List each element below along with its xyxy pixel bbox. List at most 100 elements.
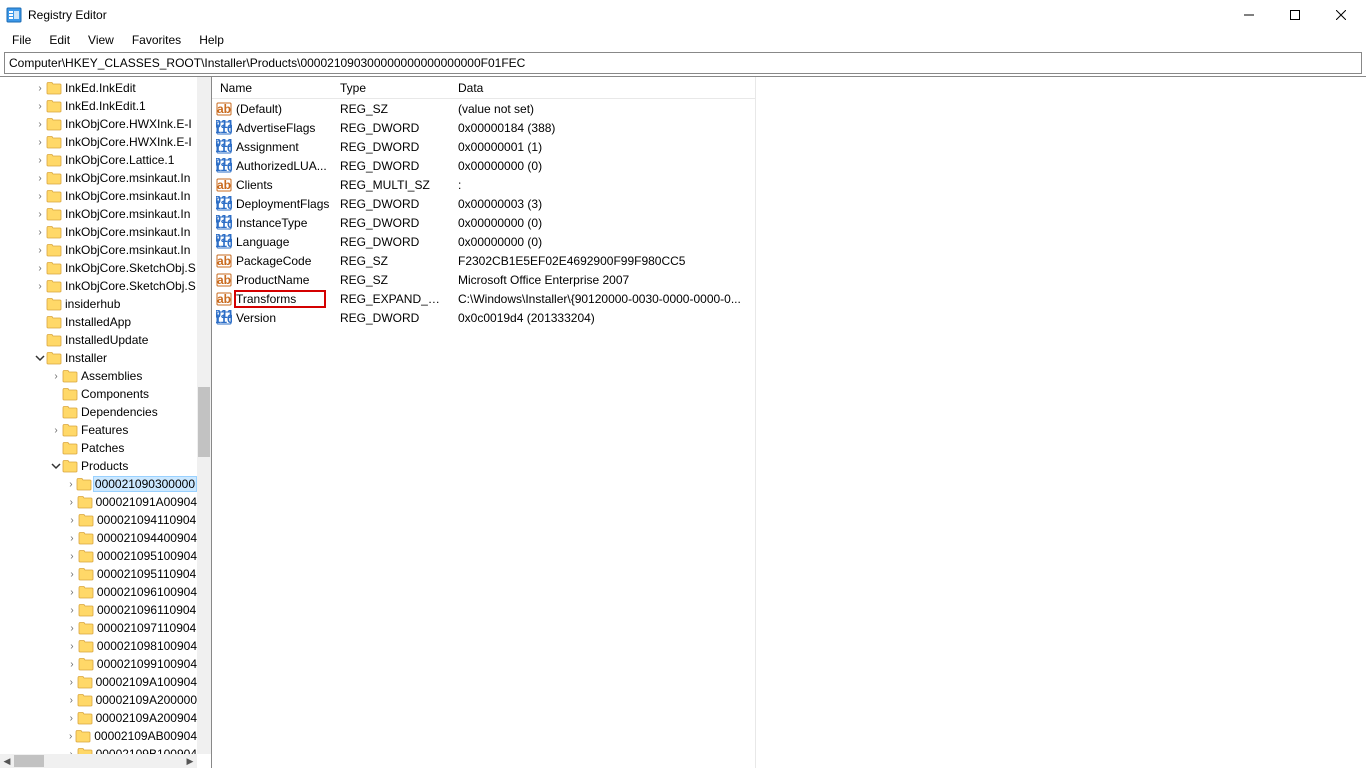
list-row[interactable]: DeploymentFlagsREG_DWORD0x00000003 (3)	[212, 194, 755, 213]
menu-file[interactable]: File	[4, 31, 39, 49]
tree-item[interactable]: insiderhub	[0, 295, 197, 313]
expand-icon[interactable]: ›	[34, 100, 46, 112]
tree-item[interactable]: ›000021091A00904	[0, 493, 197, 511]
expand-icon[interactable]: ›	[34, 262, 46, 274]
tree-item[interactable]: ›Features	[0, 421, 197, 439]
expand-icon[interactable]: ›	[66, 730, 75, 742]
list-row[interactable]: ProductNameREG_SZMicrosoft Office Enterp…	[212, 270, 755, 289]
tree-item[interactable]: ›00002109A200904	[0, 709, 197, 727]
tree-item[interactable]: InstalledUpdate	[0, 331, 197, 349]
column-name[interactable]: Name	[212, 77, 332, 98]
expand-icon[interactable]: ›	[34, 208, 46, 220]
tree-item[interactable]: ›InkObjCore.HWXInk.E-I	[0, 115, 197, 133]
expand-icon[interactable]: ›	[66, 568, 78, 580]
expand-icon[interactable]: ›	[34, 172, 46, 184]
maximize-button[interactable]	[1272, 0, 1318, 30]
tree-scrollbar-vertical[interactable]	[197, 77, 211, 754]
list-row[interactable]: TransformsREG_EXPAND_SZC:\Windows\Instal…	[212, 289, 755, 308]
tree-item[interactable]: ›000021090300000	[0, 475, 197, 493]
titlebar[interactable]: Registry Editor	[0, 0, 1366, 30]
expand-icon[interactable]: ›	[66, 604, 78, 616]
tree-item[interactable]: InstalledApp	[0, 313, 197, 331]
tree-item[interactable]: ›000021095100904	[0, 547, 197, 565]
collapse-icon[interactable]	[50, 460, 62, 472]
expand-icon[interactable]: ›	[66, 712, 77, 724]
expand-icon[interactable]: ›	[34, 82, 46, 94]
scrollbar-thumb[interactable]	[198, 387, 210, 457]
expand-icon[interactable]: ›	[34, 190, 46, 202]
list-row[interactable]: InstanceTypeREG_DWORD0x00000000 (0)	[212, 213, 755, 232]
values-list[interactable]: (Default)REG_SZ(value not set)AdvertiseF…	[212, 99, 755, 327]
expand-icon[interactable]: ›	[66, 586, 78, 598]
expand-icon[interactable]: ›	[34, 280, 46, 292]
column-type[interactable]: Type	[332, 77, 450, 98]
list-row[interactable]: AdvertiseFlagsREG_DWORD0x00000184 (388)	[212, 118, 755, 137]
expand-icon[interactable]: ›	[34, 244, 46, 256]
expand-icon[interactable]: ›	[66, 514, 78, 526]
tree-item[interactable]: ›000021094110904	[0, 511, 197, 529]
scrollbar-thumb[interactable]	[14, 755, 44, 767]
tree-item[interactable]: ›00002109A200000	[0, 691, 197, 709]
minimize-button[interactable]	[1226, 0, 1272, 30]
list-row[interactable]: LanguageREG_DWORD0x00000000 (0)	[212, 232, 755, 251]
tree-item[interactable]: Products	[0, 457, 197, 475]
tree-item[interactable]: Components	[0, 385, 197, 403]
collapse-icon[interactable]	[34, 352, 46, 364]
expand-icon[interactable]: ›	[66, 478, 76, 490]
column-data[interactable]: Data	[450, 77, 755, 98]
tree-item[interactable]: ›000021099100904	[0, 655, 197, 673]
expand-icon[interactable]: ›	[50, 370, 62, 382]
menu-view[interactable]: View	[80, 31, 122, 49]
list-row[interactable]: ClientsREG_MULTI_SZ:	[212, 175, 755, 194]
menu-edit[interactable]: Edit	[41, 31, 78, 49]
tree-item[interactable]: ›000021098100904	[0, 637, 197, 655]
tree-item[interactable]: ›InkObjCore.msinkaut.In	[0, 223, 197, 241]
tree-item[interactable]: ›InkObjCore.Lattice.1	[0, 151, 197, 169]
tree-item[interactable]: Dependencies	[0, 403, 197, 421]
menu-help[interactable]: Help	[191, 31, 232, 49]
address-bar[interactable]: Computer\HKEY_CLASSES_ROOT\Installer\Pro…	[4, 52, 1362, 74]
expand-icon[interactable]: ›	[34, 118, 46, 130]
tree-item[interactable]: ›00002109B100904	[0, 745, 197, 754]
expand-icon[interactable]: ›	[34, 136, 46, 148]
tree-item[interactable]: Patches	[0, 439, 197, 457]
expand-icon[interactable]: ›	[66, 694, 77, 706]
tree-item[interactable]: ›00002109AB00904	[0, 727, 197, 745]
menu-favorites[interactable]: Favorites	[124, 31, 189, 49]
expand-icon[interactable]: ›	[66, 676, 77, 688]
expand-icon[interactable]: ›	[66, 658, 78, 670]
scroll-left-icon[interactable]: ◀	[0, 754, 14, 768]
tree-scrollbar-horizontal[interactable]: ◀ ▶	[0, 754, 197, 768]
expand-icon[interactable]: ›	[34, 226, 46, 238]
tree-item[interactable]: ›000021094400904	[0, 529, 197, 547]
tree-item[interactable]: ›000021096100904	[0, 583, 197, 601]
close-button[interactable]	[1318, 0, 1364, 30]
tree-item[interactable]: ›InkEd.InkEdit	[0, 79, 197, 97]
list-row[interactable]: AssignmentREG_DWORD0x00000001 (1)	[212, 137, 755, 156]
list-row[interactable]: AuthorizedLUA...REG_DWORD0x00000000 (0)	[212, 156, 755, 175]
tree-item[interactable]: ›000021096110904	[0, 601, 197, 619]
tree-item[interactable]: ›InkObjCore.msinkaut.In	[0, 241, 197, 259]
expand-icon[interactable]: ›	[34, 154, 46, 166]
tree-item[interactable]: ›InkObjCore.msinkaut.In	[0, 187, 197, 205]
tree-item[interactable]: ›000021095110904	[0, 565, 197, 583]
tree-item[interactable]: Installer	[0, 349, 197, 367]
tree-item[interactable]: ›InkObjCore.msinkaut.In	[0, 205, 197, 223]
expand-icon[interactable]: ›	[50, 424, 62, 436]
expand-icon[interactable]: ›	[66, 550, 78, 562]
tree-item[interactable]: ›InkEd.InkEdit.1	[0, 97, 197, 115]
tree-item[interactable]: ›000021097110904	[0, 619, 197, 637]
list-row[interactable]: (Default)REG_SZ(value not set)	[212, 99, 755, 118]
scroll-right-icon[interactable]: ▶	[183, 754, 197, 768]
tree-item[interactable]: ›InkObjCore.HWXInk.E-I	[0, 133, 197, 151]
registry-tree[interactable]: ›InkEd.InkEdit›InkEd.InkEdit.1›InkObjCor…	[0, 77, 197, 754]
expand-icon[interactable]: ›	[66, 622, 78, 634]
expand-icon[interactable]: ›	[66, 532, 78, 544]
list-row[interactable]: PackageCodeREG_SZF2302CB1E5EF02E4692900F…	[212, 251, 755, 270]
tree-item[interactable]: ›InkObjCore.msinkaut.In	[0, 169, 197, 187]
list-row[interactable]: VersionREG_DWORD0x0c0019d4 (201333204)	[212, 308, 755, 327]
tree-item[interactable]: ›InkObjCore.SketchObj.S	[0, 277, 197, 295]
expand-icon[interactable]: ›	[66, 496, 77, 508]
tree-item[interactable]: ›InkObjCore.SketchObj.S	[0, 259, 197, 277]
tree-item[interactable]: ›Assemblies	[0, 367, 197, 385]
